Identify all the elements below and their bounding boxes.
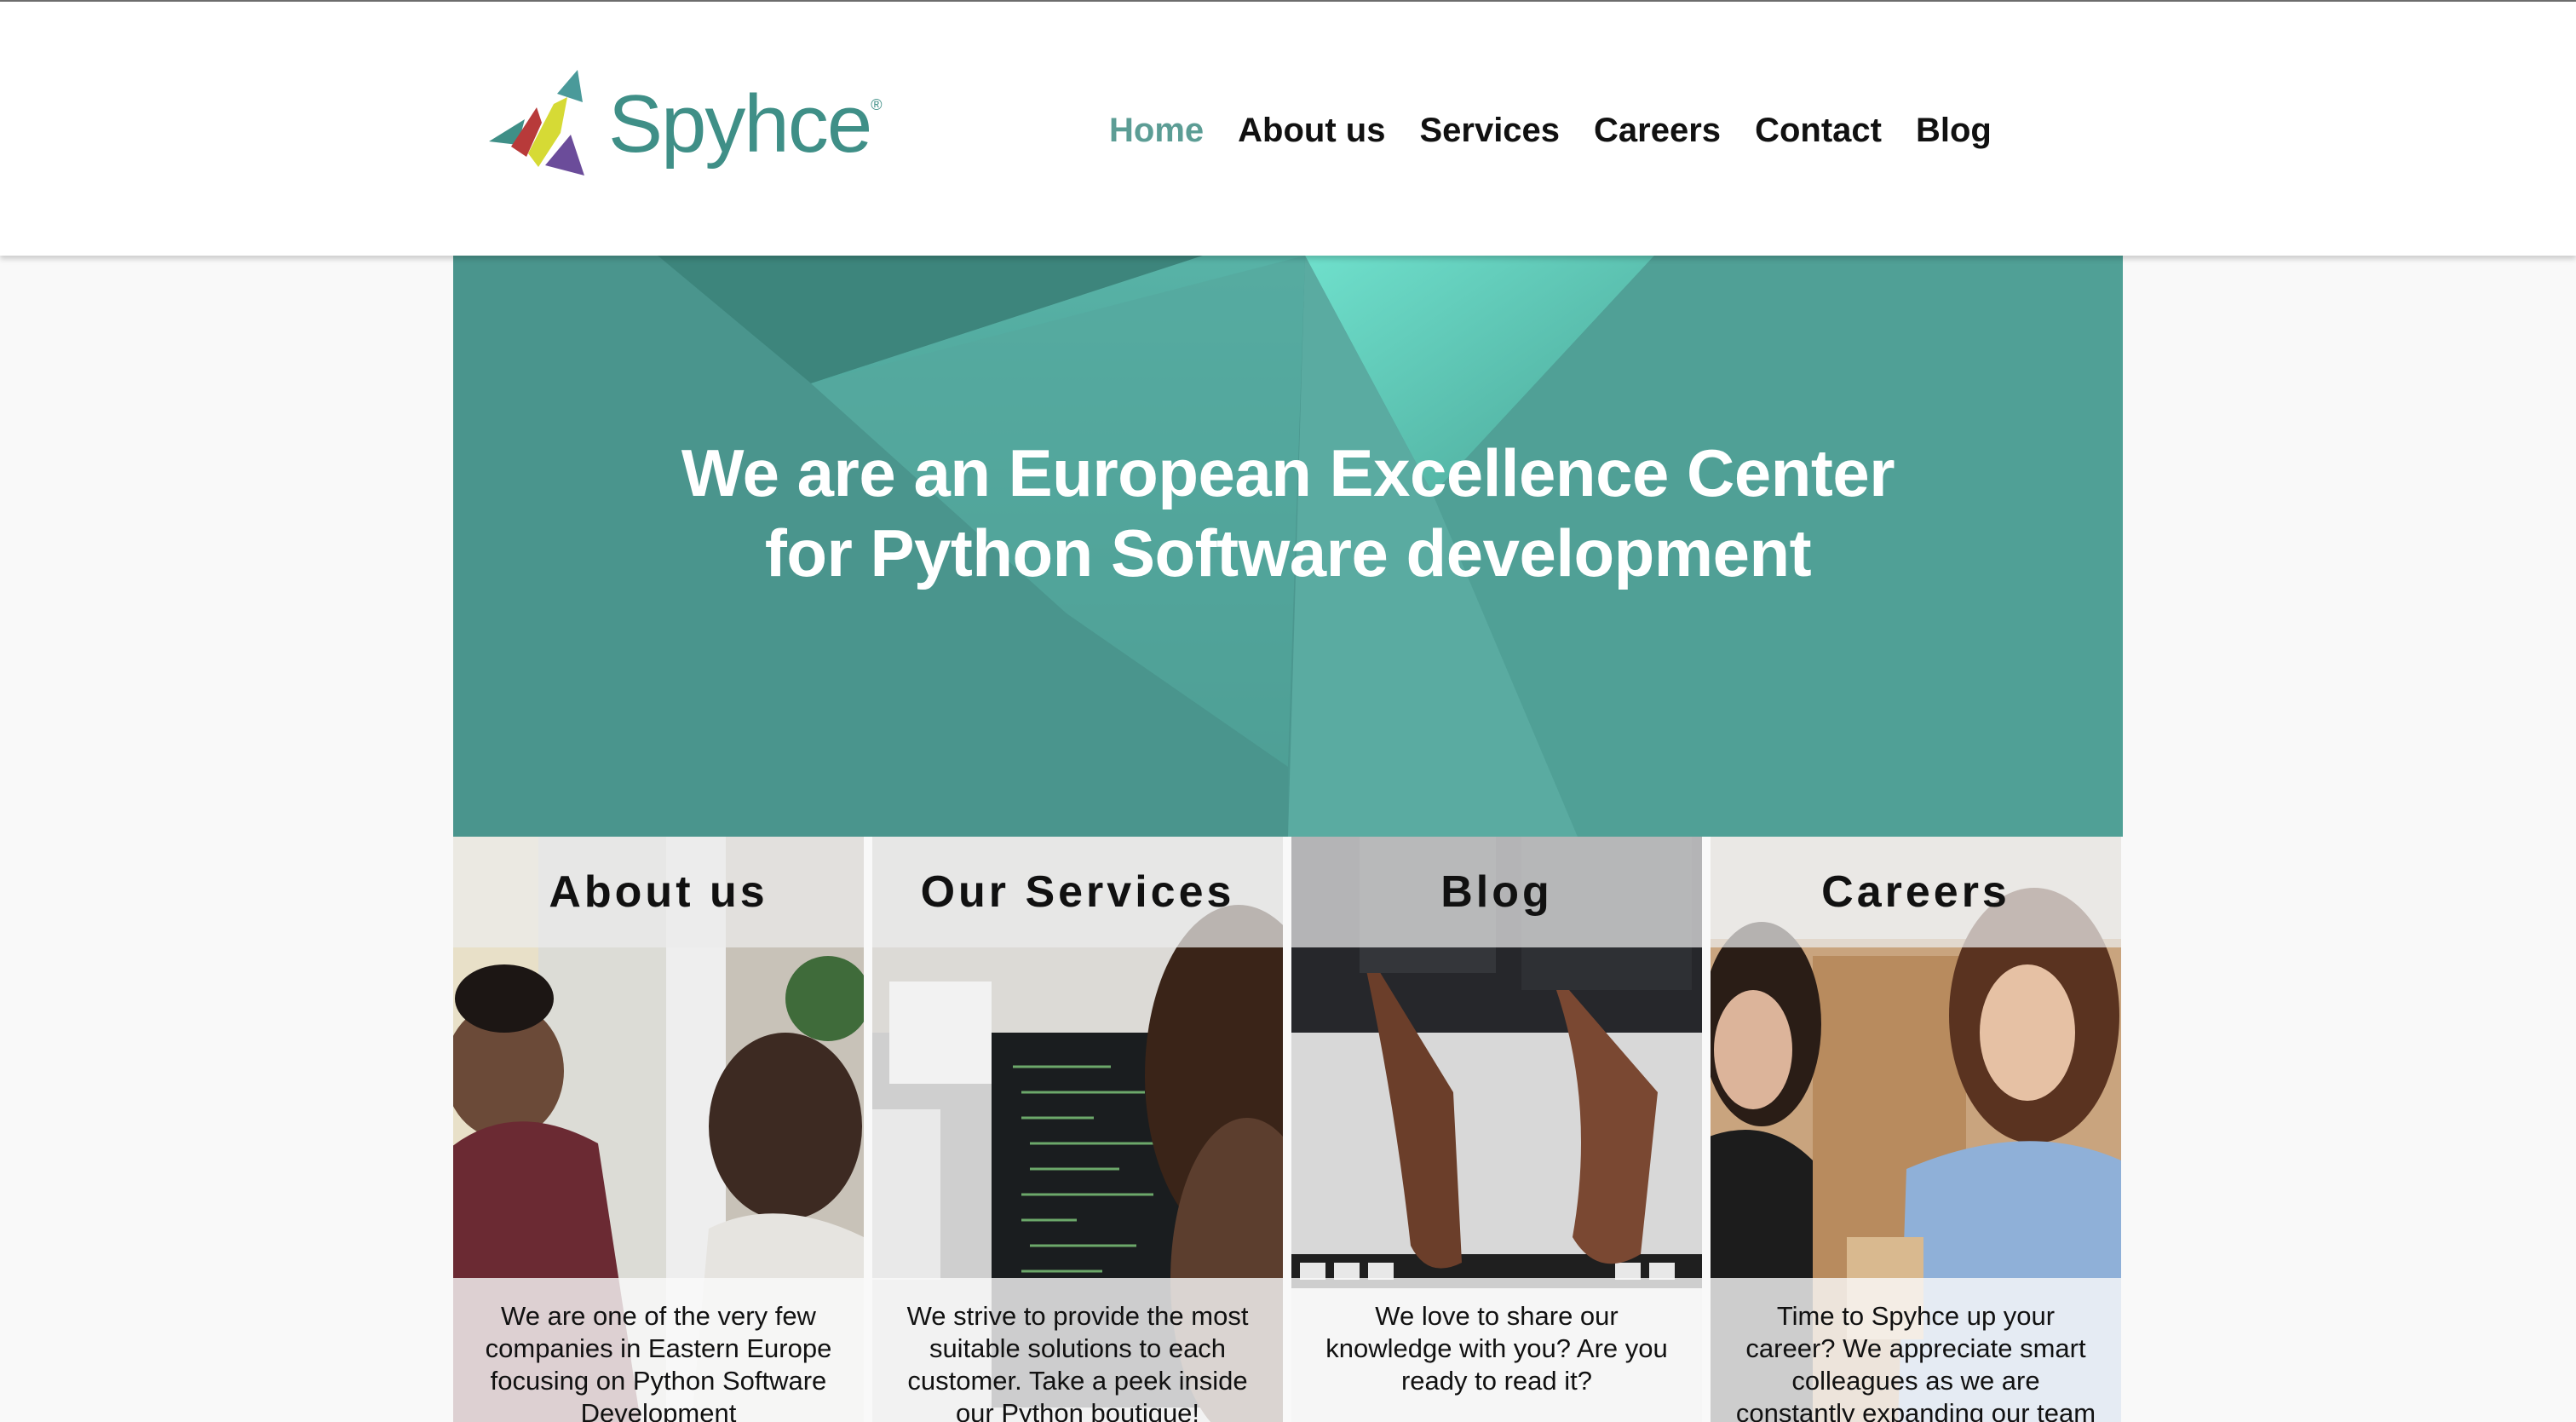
card-blog[interactable]: Blog We love to share our knowledge with… — [1291, 837, 1702, 1422]
card-title: Careers — [1821, 867, 2010, 917]
nav-careers[interactable]: Careers — [1594, 112, 1721, 150]
nav-contact[interactable]: Contact — [1755, 112, 1882, 150]
card-careers[interactable]: Careers Time to Spyhce up your career? W… — [1711, 837, 2121, 1422]
site-header: Spyhce® Home About us Services Careers C… — [0, 2, 2576, 256]
hero-banner: We are an European Excellence Center for… — [453, 256, 2123, 837]
logo[interactable]: Spyhce® — [486, 63, 883, 191]
spyhce-logo-icon — [489, 70, 584, 176]
card-title: Our Services — [920, 867, 1235, 917]
card-about-us[interactable]: About us We are one of the very few comp… — [453, 837, 864, 1422]
card-header: Blog — [1291, 837, 1702, 947]
card-header: Our Services — [872, 837, 1283, 947]
nav-blog[interactable]: Blog — [1916, 112, 1992, 150]
card-description: We strive to provide the most suitable s… — [872, 1278, 1283, 1422]
feature-cards: About us We are one of the very few comp… — [453, 837, 2123, 1422]
card-title: Blog — [1440, 867, 1553, 917]
card-our-services[interactable]: Our Services We strive to provide the mo… — [872, 837, 1283, 1422]
nav-home[interactable]: Home — [1109, 112, 1204, 150]
card-description: We are one of the very few companies in … — [453, 1278, 864, 1422]
card-description: We love to share our knowledge with you?… — [1291, 1278, 1702, 1422]
page: Spyhce® Home About us Services Careers C… — [0, 0, 2576, 1422]
hero-heading: We are an European Excellence Center for… — [681, 435, 1895, 590]
logo-wordmark: Spyhce® — [608, 78, 883, 170]
nav-services[interactable]: Services — [1419, 112, 1560, 150]
main-nav: Home About us Services Careers Contact B… — [1109, 102, 2026, 158]
card-title: About us — [549, 867, 768, 917]
nav-about-us[interactable]: About us — [1238, 112, 1385, 150]
card-description: Time to Spyhce up your career? We apprec… — [1711, 1278, 2121, 1422]
card-header: Careers — [1711, 837, 2121, 947]
card-header: About us — [453, 837, 864, 947]
